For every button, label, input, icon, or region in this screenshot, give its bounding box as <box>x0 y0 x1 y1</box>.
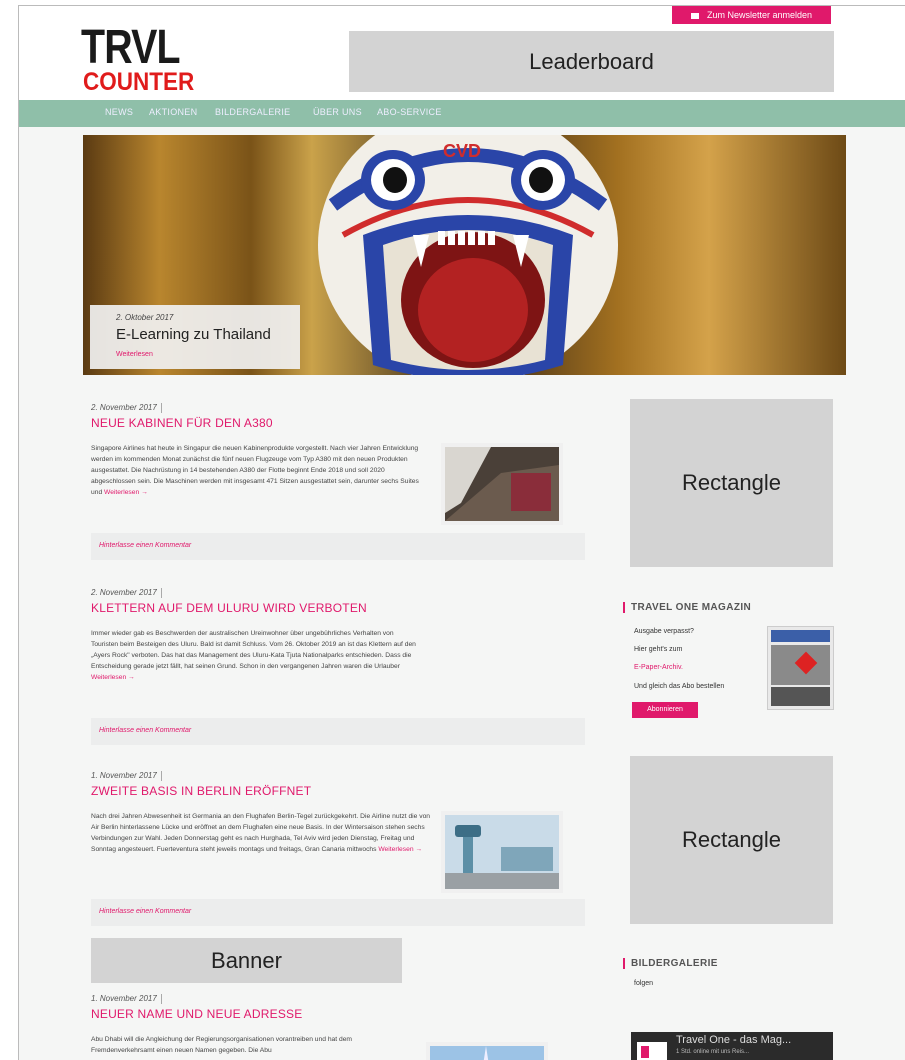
magazine-cover-image[interactable] <box>767 626 834 710</box>
post-excerpt: Nach drei Jahren Abwesenheit ist Germani… <box>91 813 431 853</box>
hero-caption[interactable]: 2. Oktober 2017 E-Learning zu Thailand W… <box>90 305 300 369</box>
hero-slider[interactable]: CVD 2. Oktober 2017 E-Learning zu Thaila… <box>83 135 846 375</box>
comment-link[interactable]: Hinterlasse einen Kommentar <box>99 908 191 915</box>
comment-bar[interactable]: Hinterlasse einen Kommentar <box>91 899 585 926</box>
svg-text:CVD: CVD <box>443 141 481 161</box>
logo-trvl[interactable]: TRVL <box>81 24 181 72</box>
page-frame: TRVL COUNTER Zum Newsletter anmelden Lea… <box>18 5 905 1060</box>
newsletter-label: Zum Newsletter anmelden <box>706 10 813 20</box>
nav-item-abo-service[interactable]: ABO-SERVICE <box>377 107 442 117</box>
post-date: 1. November 2017 <box>91 771 585 781</box>
nav-item-bildergalerie[interactable]: BILDERGALERIE <box>215 107 290 117</box>
video-title[interactable]: Travel One - das Mag... <box>676 1034 791 1046</box>
post-thumbnail[interactable] <box>426 1042 548 1060</box>
post-title[interactable]: KLETTERN AUF DEM ULURU WIRD VERBOTEN <box>91 601 585 615</box>
hero-mask-image: CVD <box>318 135 618 375</box>
magazine-text-4: Und gleich das Abo bestellen <box>634 683 725 690</box>
hero-date: 2. Oktober 2017 <box>116 313 174 322</box>
gallery-section-title: BILDERGALERIE <box>623 958 718 969</box>
post-title[interactable]: NEUE KABINEN FÜR DEN A380 <box>91 416 585 430</box>
banner-ad: Banner <box>91 938 402 983</box>
post-thumbnail[interactable] <box>441 443 563 525</box>
logo-counter[interactable]: COUNTER <box>83 70 194 95</box>
nav-item-aktionen[interactable]: AKTIONEN <box>149 107 197 117</box>
leaderboard-ad: Leaderboard <box>349 31 834 92</box>
subscribe-button[interactable]: Abonnieren <box>632 702 698 718</box>
mail-icon <box>690 12 699 19</box>
post-item: 1. November 2017 ZWEITE BASIS IN BERLIN … <box>91 771 585 931</box>
comment-bar[interactable]: Hinterlasse einen Kommentar <box>91 718 585 745</box>
comment-bar[interactable]: Hinterlasse einen Kommentar <box>91 533 585 560</box>
post-title[interactable]: NEUER NAME UND NEUE ADRESSE <box>91 1007 585 1021</box>
video-embed[interactable]: Travel One - das Mag... 1 Std. online mi… <box>631 1032 833 1060</box>
read-more-link[interactable]: Weiterlesen → <box>378 846 422 853</box>
epaper-archive-link[interactable]: E-Paper-Archiv. <box>634 664 683 671</box>
read-more-link[interactable]: Weiterlesen → <box>91 674 135 681</box>
post-date: 2. November 2017 <box>91 588 585 598</box>
newsletter-button[interactable]: Zum Newsletter anmelden <box>672 6 831 24</box>
post-excerpt: Singapore Airlines hat heute in Singapur… <box>91 445 419 496</box>
magazine-section-title: TRAVEL ONE MAGAZIN <box>623 602 751 613</box>
post-title[interactable]: ZWEITE BASIS IN BERLIN ERÖFFNET <box>91 784 585 798</box>
post-thumbnail[interactable] <box>441 811 563 893</box>
read-more-link[interactable]: Weiterlesen → <box>104 489 148 496</box>
comment-link[interactable]: Hinterlasse einen Kommentar <box>99 727 191 734</box>
post-item: 2. November 2017 NEUE KABINEN FÜR DEN A3… <box>91 403 585 563</box>
video-channel-logo <box>637 1042 667 1060</box>
post-date: 2. November 2017 <box>91 403 585 413</box>
site-header: TRVL COUNTER Zum Newsletter anmelden Lea… <box>19 6 905 100</box>
post-date: 1. November 2017 <box>91 994 585 1004</box>
main-nav: NEWS AKTIONEN BILDERGALERIE ÜBER UNS ABO… <box>19 100 905 127</box>
hero-title[interactable]: E-Learning zu Thailand <box>116 326 271 343</box>
post-item: 2. November 2017 KLETTERN AUF DEM ULURU … <box>91 588 585 748</box>
gallery-follow-text[interactable]: folgen <box>634 980 653 987</box>
post-excerpt: Abu Dhabi will die Angleichung der Regie… <box>91 1036 352 1054</box>
post-excerpt: Immer wieder gab es Beschwerden der aust… <box>91 630 416 681</box>
post-item: 1. November 2017 NEUER NAME UND NEUE ADR… <box>91 994 585 1060</box>
nav-item-news[interactable]: NEWS <box>105 107 133 117</box>
video-subtitle: 1 Std. online mit uns Reis... <box>676 1049 750 1055</box>
comment-link[interactable]: Hinterlasse einen Kommentar <box>99 542 191 549</box>
rectangle-ad-top: Rectangle <box>630 399 833 567</box>
rectangle-ad-bottom: Rectangle <box>630 756 833 924</box>
magazine-text-2: Hier geht's zum <box>634 646 683 653</box>
nav-item-ueber-uns[interactable]: ÜBER UNS <box>313 107 362 117</box>
hero-read-more-link[interactable]: Weiterlesen <box>116 351 153 358</box>
magazine-text-1: Ausgabe verpasst? <box>634 628 694 635</box>
